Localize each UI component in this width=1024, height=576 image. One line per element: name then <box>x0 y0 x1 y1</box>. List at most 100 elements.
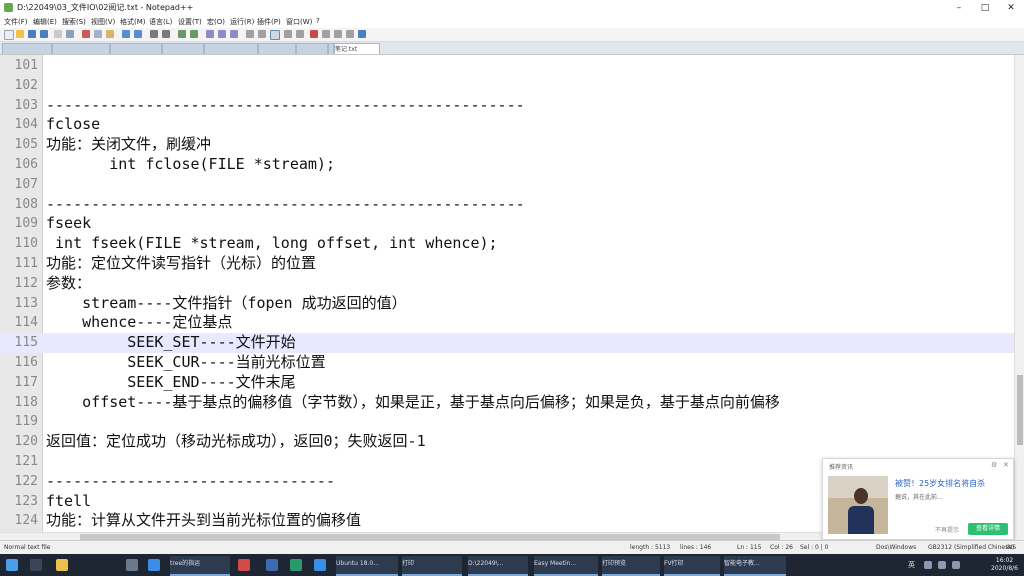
tab-file-7[interactable] <box>296 43 328 54</box>
stop-macro-icon[interactable] <box>322 30 330 38</box>
close-button[interactable]: ✕ <box>998 0 1024 16</box>
taskbar-app-icon-2[interactable] <box>238 559 250 571</box>
menu-format[interactable]: 格式(M) <box>120 17 146 27</box>
show-all-chars-icon[interactable] <box>230 30 238 38</box>
tab-file-2[interactable] <box>52 43 110 54</box>
new-file-icon[interactable] <box>4 30 14 40</box>
vertical-scroll-thumb[interactable] <box>1017 375 1023 445</box>
popup-close-icon[interactable]: ✕ <box>1003 461 1009 469</box>
line-number: 104 <box>14 117 38 133</box>
paste-icon[interactable] <box>106 30 114 38</box>
sync-scroll-icon[interactable] <box>206 30 214 38</box>
popup-thumbnail-image[interactable] <box>828 476 888 534</box>
tab-file-3[interactable] <box>110 43 162 54</box>
menu-window[interactable]: 窗口(W) <box>286 17 312 27</box>
close-file-icon[interactable] <box>54 30 62 38</box>
menu-edit[interactable]: 编辑(E) <box>33 17 57 27</box>
line-number: 117 <box>14 374 38 390</box>
tab-file-5[interactable] <box>204 43 258 54</box>
taskbar-app-icon-5[interactable] <box>314 559 326 571</box>
menu-settings[interactable]: 设置(T) <box>178 17 202 27</box>
taskbar-app-icon-3[interactable] <box>266 559 278 571</box>
popup-settings-icon[interactable]: ⚙ <box>991 461 997 469</box>
menu-view[interactable]: 视图(V) <box>91 17 115 27</box>
menu-search[interactable]: 搜索(S) <box>62 17 86 27</box>
open-file-icon[interactable] <box>16 30 24 38</box>
taskbar-app-fv[interactable]: FV打印 <box>664 556 720 576</box>
play-macro-icon[interactable] <box>334 30 342 38</box>
cut-icon[interactable] <box>82 30 90 38</box>
zoom-in-icon[interactable] <box>178 30 186 38</box>
search-icon[interactable] <box>150 30 158 38</box>
folder-workspace-icon[interactable] <box>296 30 304 38</box>
menu-help[interactable]: ? <box>316 17 320 25</box>
taskbar-app-whiteboard[interactable]: 智能电子教... <box>724 556 786 576</box>
editor-line: 119 <box>0 412 1014 432</box>
taskbar-app-1[interactable]: tree的指运 <box>170 556 230 576</box>
popup-headline[interactable]: 被赞！25岁女排名将自杀 <box>895 478 985 489</box>
menu-language[interactable]: 语言(L) <box>149 17 172 27</box>
title-bar: D:\22049\03_文件IO\02阅记.txt - Notepad++ – … <box>0 0 1024 17</box>
editor-line: 113 stream----文件指针（fopen 成功返回的值） <box>0 294 1014 314</box>
save-icon[interactable] <box>28 30 36 38</box>
editor-line: 118 offset----基于基点的偏移值（字节数），如果是正，基于基点向后偏… <box>0 393 1014 413</box>
undo-icon[interactable] <box>122 30 130 38</box>
line-number: 116 <box>14 355 38 370</box>
tab-file-4[interactable] <box>162 43 204 54</box>
vertical-scrollbar[interactable] <box>1014 55 1024 540</box>
copy-icon[interactable] <box>94 30 102 38</box>
line-text: stream----文件指针（fopen 成功返回的值） <box>46 293 407 312</box>
taskbar-app-ubuntu[interactable]: Ubuntu 18.0... <box>336 556 398 576</box>
line-text: ftell <box>46 491 92 510</box>
doc-map-icon[interactable] <box>270 30 280 40</box>
line-number: 122 <box>14 473 38 489</box>
search-taskbar-icon[interactable] <box>30 559 42 571</box>
menu-plugins[interactable]: 插件(P) <box>257 17 281 27</box>
maximize-button[interactable]: □ <box>972 0 998 16</box>
menu-macro[interactable]: 宏(O) <box>207 17 225 27</box>
taskbar-app-print[interactable]: 打印 <box>402 556 462 576</box>
popup-dismiss-link[interactable]: 不再提示 <box>935 525 959 534</box>
tab-file-1[interactable] <box>2 43 52 54</box>
tray-icon-2[interactable] <box>938 561 946 569</box>
record-macro-icon[interactable] <box>310 30 318 38</box>
menu-run[interactable]: 运行(R) <box>230 17 254 27</box>
line-number: 107 <box>14 176 38 192</box>
status-encoding: GB2312 (Simplified Chinese) <box>928 544 1015 551</box>
taskbar-app-easymeeting[interactable]: Easy Meetin... <box>534 556 598 576</box>
save-macro-icon[interactable] <box>358 30 366 38</box>
indent-guide-icon[interactable] <box>246 30 254 38</box>
function-list-icon[interactable] <box>284 30 292 38</box>
line-text: offset----基于基点的偏移值（字节数），如果是正，基于基点向后偏移；如果… <box>46 392 780 411</box>
udl-icon[interactable] <box>258 30 266 38</box>
tray-icon-1[interactable] <box>924 561 932 569</box>
windows-start-icon[interactable] <box>6 559 18 571</box>
save-all-icon[interactable] <box>40 30 48 38</box>
replace-icon[interactable] <box>162 30 170 38</box>
line-text: SEEK_CUR----当前光标位置 <box>46 353 326 371</box>
news-popup[interactable]: 推荐资讯 ⚙ ✕ 被赞！25岁女排名将自杀 据说，其在此前... 不再提示 查看… <box>822 458 1014 540</box>
ime-indicator[interactable]: 英 <box>908 560 915 570</box>
editor-line: 108 -------------------------------------… <box>0 195 1014 215</box>
tray-icon-3[interactable] <box>952 561 960 569</box>
taskbar-app-icon-4[interactable] <box>290 559 302 571</box>
taskbar-app-print-preview[interactable]: 打印预览 <box>602 556 660 576</box>
calculator-icon[interactable] <box>126 559 138 571</box>
file-explorer-icon[interactable] <box>56 559 68 571</box>
editor-line: 104 fclose <box>0 115 1014 135</box>
run-macro-multiple-icon[interactable] <box>346 30 354 38</box>
word-wrap-icon[interactable] <box>218 30 226 38</box>
popup-view-button[interactable]: 查看详情 <box>968 523 1008 535</box>
tab-file-6[interactable] <box>258 43 296 54</box>
print-icon[interactable] <box>66 30 74 38</box>
redo-icon[interactable] <box>134 30 142 38</box>
menu-file[interactable]: 文件(F) <box>4 17 28 27</box>
taskbar-app-notepad[interactable]: D:\22049\... <box>468 556 528 576</box>
browser-icon[interactable] <box>148 559 160 571</box>
zoom-out-icon[interactable] <box>190 30 198 38</box>
line-text: 功能：计算从文件开头到当前光标位置的偏移值 <box>46 511 362 530</box>
editor-line: 102 <box>0 76 1014 96</box>
minimize-button[interactable]: – <box>946 0 972 16</box>
system-clock[interactable]: 16:02 2020/8/6 <box>991 557 1018 573</box>
tab-active-file[interactable]: 笔记.txt <box>334 43 380 54</box>
